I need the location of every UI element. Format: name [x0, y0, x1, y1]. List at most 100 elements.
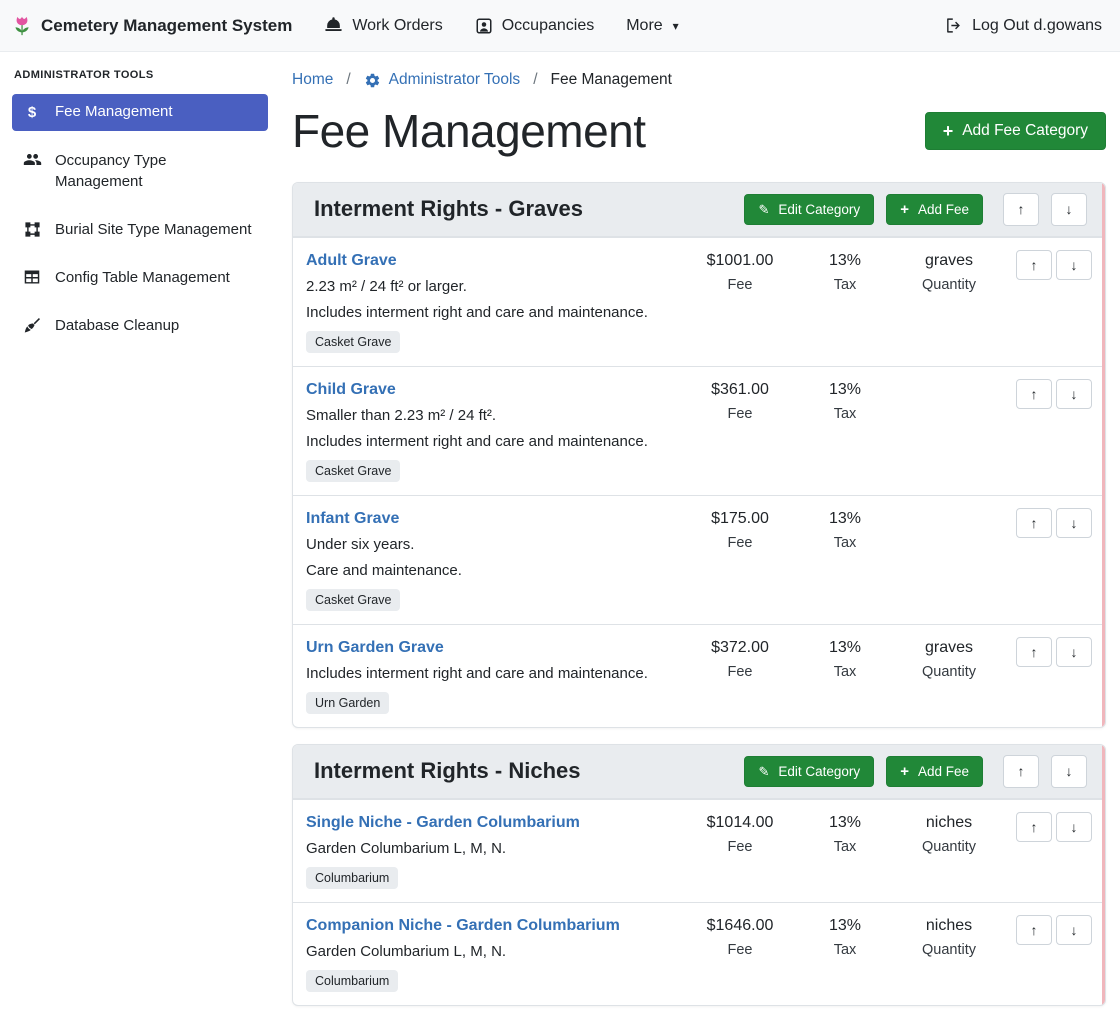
move-down-button[interactable]: ↓: [1056, 379, 1092, 409]
move-down-button[interactable]: ↓: [1056, 812, 1092, 842]
gear-icon: [364, 72, 381, 89]
brand[interactable]: Cemetery Management System: [12, 14, 292, 38]
fee-amount-label: Fee: [680, 277, 800, 293]
fee-quantity-column: niches Quantity: [890, 915, 1008, 958]
fee-tax-label: Tax: [800, 664, 890, 680]
broom-icon: [22, 317, 42, 334]
fee-tax-value: 13%: [800, 252, 890, 270]
edit-category-button[interactable]: ✎ Edit Category: [744, 194, 874, 225]
fee-description: Garden Columbarium L, M, N.: [306, 943, 680, 961]
fee-quantity-value: graves: [890, 252, 1008, 270]
breadcrumb-separator: /: [346, 71, 350, 89]
fee-reorder-controls: ↑ ↓: [1016, 915, 1092, 945]
fee-quantity-value: niches: [890, 917, 1008, 935]
move-up-button[interactable]: ↑: [1016, 812, 1052, 842]
fee-name-link[interactable]: Urn Garden Grave: [306, 639, 444, 657]
sidebar-item-config-table-management[interactable]: Config Table Management: [12, 260, 268, 296]
fee-tax-column: 13% Tax: [800, 915, 890, 958]
fee-amount-column: $175.00 Fee: [680, 508, 800, 551]
move-down-button[interactable]: ↓: [1056, 508, 1092, 538]
fee-quantity-value: graves: [890, 639, 1008, 657]
plus-icon: +: [900, 202, 909, 217]
add-fee-category-button[interactable]: + Add Fee Category: [925, 112, 1106, 150]
fee-description: Garden Columbarium L, M, N.: [306, 840, 680, 858]
fee-row: Adult Grave 2.23 m² / 24 ft² or larger. …: [293, 237, 1105, 366]
vector-square-icon: [22, 221, 42, 238]
fee-amount-column: $1646.00 Fee: [680, 915, 800, 958]
move-up-button[interactable]: ↑: [1016, 637, 1052, 667]
category-title: Interment Rights - Graves: [314, 196, 583, 222]
fee-tax-label: Tax: [800, 839, 890, 855]
category-move-down-button[interactable]: ↓: [1051, 193, 1087, 226]
move-down-button[interactable]: ↓: [1056, 637, 1092, 667]
fee-tax-label: Tax: [800, 942, 890, 958]
move-down-button[interactable]: ↓: [1056, 250, 1092, 280]
people-icon: [22, 152, 42, 167]
sidebar-item-label: Database Cleanup: [55, 316, 179, 336]
sidebar-item-burial-site-type-management[interactable]: Burial Site Type Management: [12, 212, 268, 248]
fee-tax-column: 13% Tax: [800, 812, 890, 855]
move-down-button[interactable]: ↓: [1056, 915, 1092, 945]
card-scrollbar[interactable]: [1102, 745, 1105, 1005]
add-fee-button[interactable]: + Add Fee: [886, 756, 983, 787]
fee-description: Care and maintenance.: [306, 562, 680, 580]
fee-main: Infant Grave Under six years. Care and m…: [306, 508, 680, 611]
nav-more[interactable]: More ▾: [626, 17, 678, 35]
fee-main: Adult Grave 2.23 m² / 24 ft² or larger. …: [306, 250, 680, 353]
move-up-button[interactable]: ↑: [1016, 250, 1052, 280]
add-fee-button[interactable]: + Add Fee: [886, 194, 983, 225]
category-move-up-button[interactable]: ↑: [1003, 755, 1039, 788]
sidebar-item-label: Burial Site Type Management: [55, 220, 252, 240]
edit-category-button[interactable]: ✎ Edit Category: [744, 756, 874, 787]
nav-label: Occupancies: [502, 17, 595, 35]
category-header: Interment Rights - Graves ✎ Edit Categor…: [293, 183, 1105, 237]
nav-label: More: [626, 17, 662, 35]
sidebar-item-database-cleanup[interactable]: Database Cleanup: [12, 308, 268, 344]
category-move-down-button[interactable]: ↓: [1051, 755, 1087, 788]
fee-quantity-label: Quantity: [890, 839, 1008, 855]
category-move-up-button[interactable]: ↑: [1003, 193, 1039, 226]
fee-row: Companion Niche - Garden Columbarium Gar…: [293, 902, 1105, 1005]
chevron-down-icon: ▾: [673, 19, 679, 33]
fee-description: Includes interment right and care and ma…: [306, 304, 680, 322]
nav-occupancies[interactable]: Occupancies: [475, 17, 595, 35]
sidebar-item-label: Fee Management: [55, 102, 173, 122]
fee-tax-column: 13% Tax: [800, 379, 890, 422]
fee-row: Infant Grave Under six years. Care and m…: [293, 495, 1105, 624]
fee-tax-column: 13% Tax: [800, 508, 890, 551]
sidebar-item-label: Occupancy Type Management: [55, 151, 258, 192]
fee-name-link[interactable]: Infant Grave: [306, 510, 399, 528]
fee-type-badge: Urn Garden: [306, 692, 389, 714]
fee-quantity-label: Quantity: [890, 664, 1008, 680]
fee-type-badge: Casket Grave: [306, 460, 400, 482]
sidebar-item-occupancy-type-management[interactable]: Occupancy Type Management: [12, 143, 268, 200]
sidebar-item-fee-management[interactable]: $ Fee Management: [12, 94, 268, 131]
fee-amount-value: $361.00: [680, 381, 800, 399]
dollar-icon: $: [22, 103, 42, 123]
logout-icon: [944, 17, 963, 34]
fee-amount-label: Fee: [680, 664, 800, 680]
sidebar-item-label: Config Table Management: [55, 268, 230, 288]
nav-work-orders[interactable]: Work Orders: [324, 16, 442, 35]
fee-name-link[interactable]: Companion Niche - Garden Columbarium: [306, 917, 620, 935]
fee-name-link[interactable]: Single Niche - Garden Columbarium: [306, 814, 580, 832]
main-content: Home / Administrator Tools / Fee Managem…: [280, 52, 1120, 1022]
brand-title: Cemetery Management System: [41, 16, 292, 36]
fee-quantity-label: Quantity: [890, 277, 1008, 293]
nav-links: Work Orders Occupancies More ▾: [324, 16, 678, 35]
breadcrumb-admin-tools[interactable]: Administrator Tools: [364, 71, 521, 89]
fee-name-link[interactable]: Child Grave: [306, 381, 396, 399]
sidebar-heading: ADMINISTRATOR TOOLS: [14, 69, 266, 81]
move-up-button[interactable]: ↑: [1016, 379, 1052, 409]
breadcrumb-home[interactable]: Home: [292, 71, 333, 89]
card-scrollbar[interactable]: [1102, 183, 1105, 727]
pencil-icon: ✎: [758, 765, 769, 778]
fee-tax-label: Tax: [800, 406, 890, 422]
fee-name-link[interactable]: Adult Grave: [306, 252, 397, 270]
move-up-button[interactable]: ↑: [1016, 915, 1052, 945]
nav-logout[interactable]: Log Out d.gowans: [944, 17, 1102, 35]
fee-tax-value: 13%: [800, 381, 890, 399]
fee-amount-value: $175.00: [680, 510, 800, 528]
top-navbar: Cemetery Management System Work Orders O…: [0, 0, 1120, 52]
move-up-button[interactable]: ↑: [1016, 508, 1052, 538]
